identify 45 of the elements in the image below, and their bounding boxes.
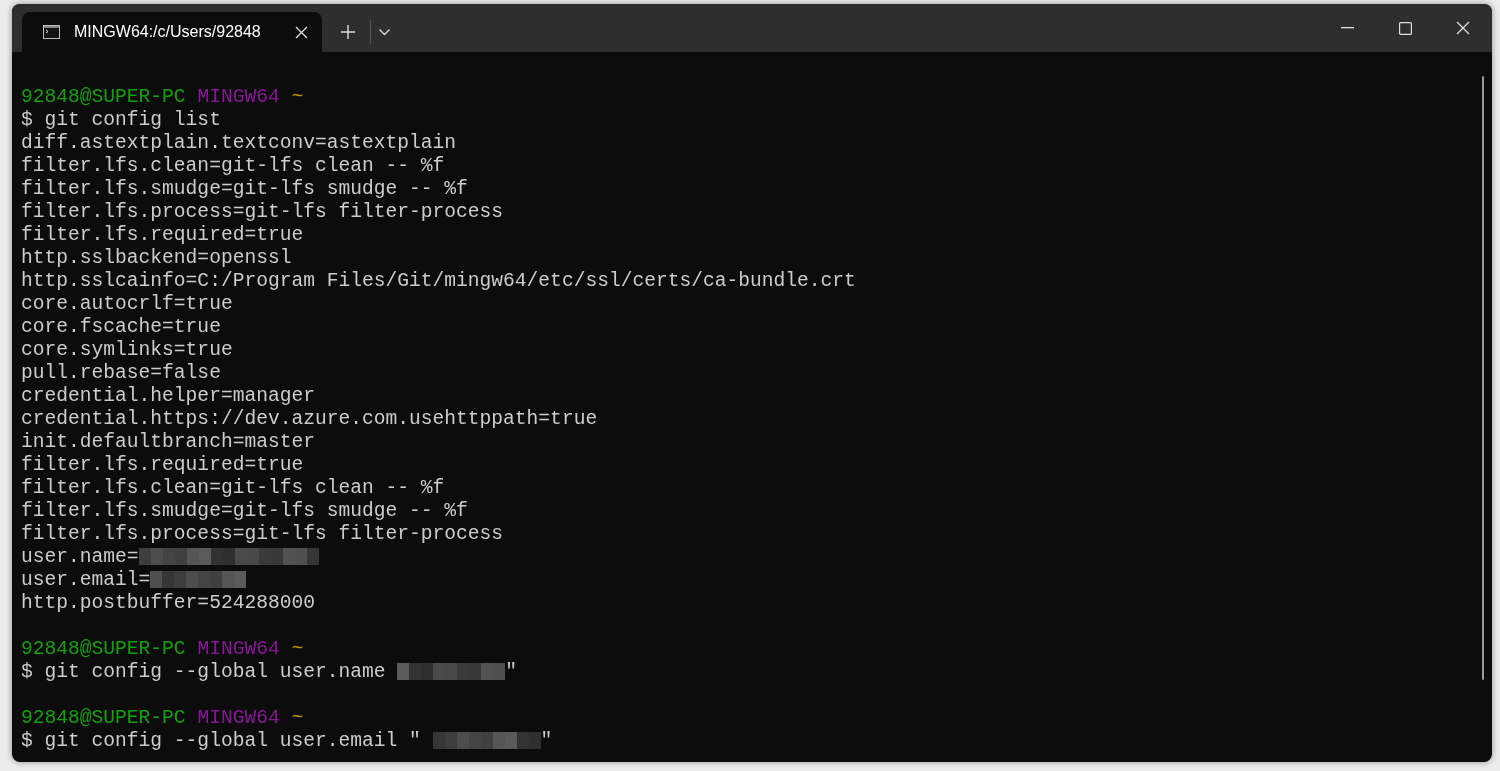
prompt-shell: MINGW64 (197, 638, 280, 660)
output-line: filter.lfs.clean=git-lfs clean -- %f (21, 477, 445, 499)
terminal-tab[interactable]: MINGW64:/c/Users/92848 (22, 12, 322, 52)
chevron-down-icon[interactable] (379, 28, 390, 36)
output-line: pull.rebase=false (21, 362, 221, 384)
output-line: user.name= (21, 546, 139, 568)
maximize-icon[interactable] (1398, 21, 1412, 35)
plus-icon[interactable] (341, 25, 355, 39)
close-icon[interactable] (295, 25, 308, 39)
output-line: filter.lfs.smudge=git-lfs smudge -- %f (21, 500, 468, 522)
command-line: $ git config list (21, 109, 221, 131)
output-line: diff.astextplain.textconv=astextplain (21, 132, 457, 154)
output-line: filter.lfs.required=true (21, 224, 304, 246)
output-line: core.fscache=true (21, 316, 221, 338)
prompt-shell: MINGW64 (197, 707, 280, 729)
output-line: http.postbuffer=524288000 (21, 592, 315, 614)
tab-title: MINGW64:/c/Users/92848 (74, 23, 262, 41)
prompt-directory: ~ (291, 707, 304, 729)
minimize-icon[interactable] (1340, 27, 1354, 29)
output-line: http.sslcainfo=C:/Program Files/Git/mingw64/etc/ssl/certs/ca-bundle.crt (21, 270, 856, 292)
output-line: filter.lfs.required=true (21, 454, 304, 476)
output-line: user.email= (21, 569, 151, 591)
terminal-icon (43, 25, 60, 39)
prompt-user-host: 92848@SUPER-PC (21, 707, 186, 729)
output-line: filter.lfs.process=git-lfs filter-process (21, 201, 504, 223)
output-line: http.sslbackend=openssl (21, 247, 292, 269)
prompt-user-host: 92848@SUPER-PC (21, 638, 186, 660)
prompt-shell: MINGW64 (197, 86, 280, 108)
output-line: credential.helper=manager (21, 385, 315, 407)
command-line: $ git config --global user.name (21, 661, 386, 683)
prompt-directory: ~ (291, 638, 304, 660)
prompt-user-host: 92848@SUPER-PC (21, 86, 186, 108)
output-line: filter.lfs.clean=git-lfs clean -- %f (21, 155, 445, 177)
close-icon[interactable] (1456, 21, 1470, 35)
output-line: core.autocrlf=true (21, 293, 233, 315)
output-line: filter.lfs.smudge=git-lfs smudge -- %f (21, 178, 468, 200)
command-line: $ git config --global user.email " (21, 730, 421, 752)
output-line: core.symlinks=true (21, 339, 233, 361)
quote-mark: " (505, 661, 518, 683)
output-line: credential.https://dev.azure.com.usehttppath=true (21, 408, 598, 430)
prompt-directory: ~ (291, 86, 304, 108)
output-line: init.defaultbranch=master (21, 431, 315, 453)
output-line: filter.lfs.process=git-lfs filter-process (21, 523, 504, 545)
scrollbar[interactable] (1482, 76, 1484, 680)
quote-mark: " (540, 730, 553, 752)
